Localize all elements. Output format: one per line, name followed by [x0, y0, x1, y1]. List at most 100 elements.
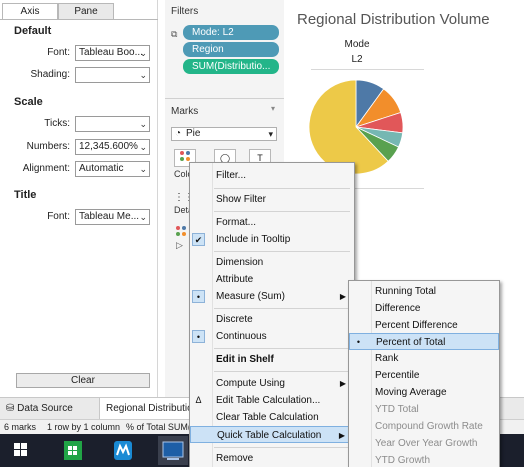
ticks-select[interactable]: ⌄: [75, 116, 150, 132]
angle-icon: ▷: [176, 240, 183, 250]
submenu-item-percentile[interactable]: Percentile: [349, 367, 499, 384]
title-font-value: Tableau Me...: [79, 211, 140, 222]
menu-item-dimension[interactable]: Dimension: [190, 254, 354, 271]
tab-sheet[interactable]: Regional Distributio: [99, 398, 200, 419]
color-legend-icon: [176, 226, 186, 236]
menu-item-format[interactable]: Format...: [190, 214, 354, 231]
menu-item-label: Continuous: [216, 331, 267, 342]
title-heading: Title: [14, 189, 37, 201]
tab-data-source[interactable]: ⛁ Data Source: [6, 398, 73, 419]
menu-item-label: Filter...: [216, 170, 247, 181]
menu-item-label: Percentile: [375, 370, 420, 381]
menu-item-remove[interactable]: Remove: [190, 450, 354, 467]
alignment-value: Automatic: [79, 163, 124, 174]
filter-pill-sum[interactable]: SUM(Distributio...: [183, 59, 279, 74]
tableau-button[interactable]: [158, 436, 188, 465]
menu-item-label: Remove: [216, 453, 254, 464]
chevron-down-icon: ▾: [268, 129, 273, 139]
shading-label: Shading:: [30, 69, 70, 80]
menu-item-edit-table-calc[interactable]: Δ Edit Table Calculation...: [190, 392, 354, 409]
menu-item-label: Compound Growth Rate: [375, 421, 483, 432]
ticks-row: Ticks: ⌄: [0, 116, 158, 132]
column-header: Mode: [344, 39, 370, 50]
bullet-icon: •: [192, 330, 205, 343]
status-total: % of Total SUM(: [126, 422, 191, 432]
browser-icon: [114, 441, 132, 460]
format-tabs: Axis Pane: [2, 3, 114, 19]
submenu-item-ytd-total: YTD Total: [349, 401, 499, 418]
alignment-row: Alignment: Automatic ⌄: [0, 161, 158, 177]
tab-pane[interactable]: Pane: [58, 3, 114, 19]
menu-item-edit-in-shelf[interactable]: Edit in Shelf: [190, 351, 354, 368]
chevron-down-icon: ⌄: [139, 48, 147, 58]
menu-item-label: Compute Using: [216, 378, 285, 389]
context-menu: Filter... Show Filter Format... ✔ Include…: [189, 162, 355, 467]
chevron-down-icon: ⌄: [139, 70, 147, 80]
marks-title: Marks: [171, 106, 199, 117]
status-marks: 6 marks: [4, 422, 37, 432]
marks-menu-icon[interactable]: ▾: [271, 104, 275, 113]
menu-item-label: YTD Total: [375, 404, 419, 415]
menu-item-measure[interactable]: • Measure (Sum) ▶: [190, 288, 354, 305]
color-icon: [180, 151, 190, 161]
submenu-item-rank[interactable]: Rank: [349, 350, 499, 367]
menu-item-label: Rank: [375, 353, 399, 364]
menu-item-include-tooltip[interactable]: ✔ Include in Tooltip: [190, 231, 354, 248]
menu-item-quick-table-calc[interactable]: Quick Table Calculation ▶: [190, 426, 354, 443]
submenu-item-running-total[interactable]: Running Total: [349, 283, 499, 300]
mark-type-select[interactable]: ◔ Pie ▾: [171, 127, 277, 141]
filter-pill-region[interactable]: Region: [183, 42, 279, 57]
numbers-select[interactable]: 12,345.600% ⌄: [75, 139, 150, 155]
menu-item-label: Measure (Sum): [216, 291, 285, 302]
title-font-row: Font: Tableau Me... ⌄: [0, 209, 158, 225]
shading-select[interactable]: ⌄: [75, 67, 150, 83]
submenu-item-difference[interactable]: Difference: [349, 300, 499, 317]
chevron-down-icon: ⌄: [139, 142, 147, 152]
menu-divider: [214, 447, 350, 448]
menu-item-label: Discrete: [216, 314, 253, 325]
numbers-row: Numbers: 12,345.600% ⌄: [0, 139, 158, 155]
submenu-item-moving-average[interactable]: Moving Average: [349, 384, 499, 401]
menu-item-compute-using[interactable]: Compute Using ▶: [190, 375, 354, 392]
title-font-select[interactable]: Tableau Me... ⌄: [75, 209, 150, 225]
menu-item-show-filter[interactable]: Show Filter: [190, 191, 354, 208]
filter-link-icon: ⧉: [171, 29, 178, 39]
bullet-icon: •: [356, 337, 361, 347]
windows-icon: [14, 443, 27, 456]
app-window-icon: [162, 441, 184, 460]
mark-type-value: Pie: [186, 128, 201, 139]
menu-divider: [214, 251, 350, 252]
default-font-select[interactable]: Tableau Boo... ⌄: [75, 45, 150, 61]
submenu-item-year-over-year-growth: Year Over Year Growth: [349, 435, 499, 452]
menu-item-continuous[interactable]: • Continuous: [190, 328, 354, 345]
default-font-label: Font:: [47, 47, 70, 58]
menu-item-filter[interactable]: Filter...: [190, 167, 354, 184]
default-heading: Default: [14, 25, 52, 37]
page-title: Regional Distribution Volume: [297, 11, 490, 28]
menu-item-clear-table-calc[interactable]: Clear Table Calculation: [190, 409, 354, 426]
submenu-item-percent-difference[interactable]: Percent Difference: [349, 317, 499, 334]
menu-item-label: YTD Growth: [375, 455, 431, 466]
maxthon-button[interactable]: [108, 436, 138, 465]
alignment-select[interactable]: Automatic ⌄: [75, 161, 150, 177]
chevron-down-icon: ⌄: [139, 119, 147, 129]
menu-item-discrete[interactable]: Discrete: [190, 311, 354, 328]
submenu-item-percent-of-total[interactable]: • Percent of Total: [349, 333, 499, 350]
menu-divider: [214, 371, 350, 372]
clear-button[interactable]: Clear: [16, 373, 150, 388]
menu-item-label: Show Filter: [216, 194, 267, 205]
store-button[interactable]: [58, 436, 88, 465]
alignment-label: Alignment:: [22, 163, 70, 174]
filters-title: Filters: [171, 6, 199, 17]
menu-item-label: Attribute: [216, 274, 254, 285]
menu-item-attribute[interactable]: Attribute: [190, 271, 354, 288]
tab-axis[interactable]: Axis: [2, 3, 58, 19]
menu-item-label: Moving Average: [375, 387, 447, 398]
numbers-label: Numbers:: [26, 141, 70, 152]
scale-heading: Scale: [14, 96, 43, 108]
submenu-arrow-icon: ▶: [338, 431, 345, 440]
windows-start-button[interactable]: [6, 436, 36, 465]
menu-item-label: Year Over Year Growth: [375, 438, 478, 449]
database-icon: ⛁: [6, 403, 15, 414]
filter-pill-mode[interactable]: Mode: L2: [183, 25, 279, 40]
